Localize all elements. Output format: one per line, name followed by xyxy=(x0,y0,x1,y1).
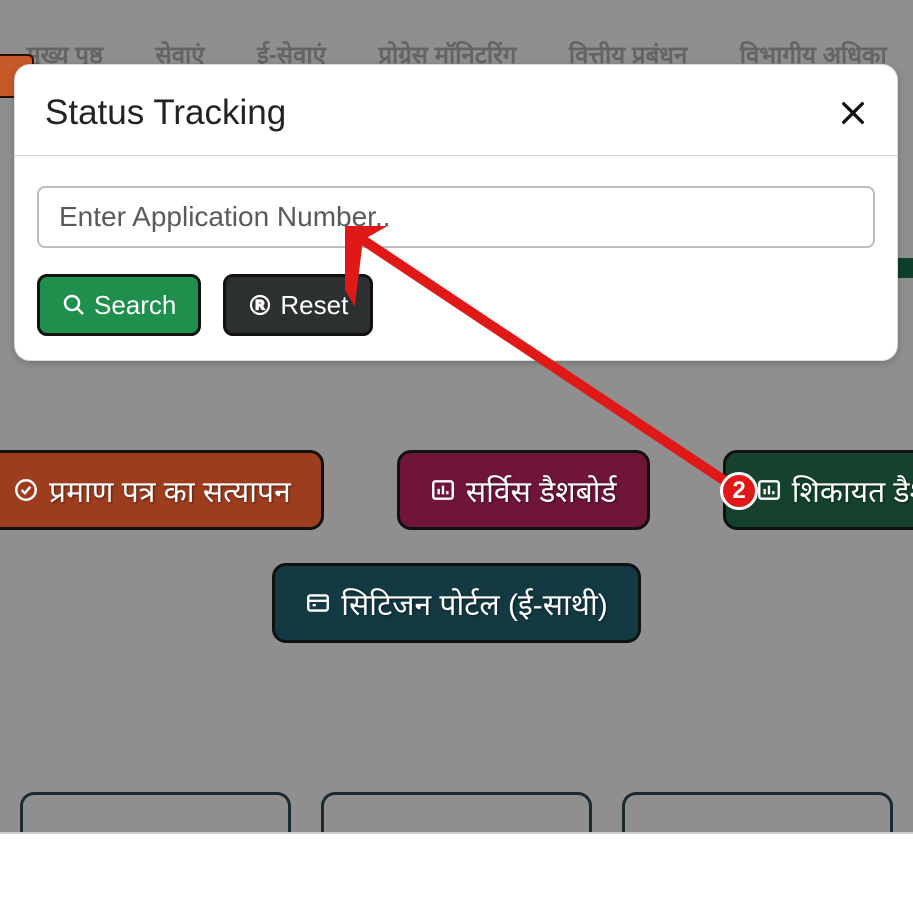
svg-text:R: R xyxy=(256,298,265,312)
modal-title: Status Tracking xyxy=(45,93,286,133)
search-button[interactable]: Search xyxy=(37,274,201,336)
service-dashboard-label: सर्विस डैशबोर्ड xyxy=(466,470,617,511)
portal-icon xyxy=(305,590,331,616)
placeholder-pill xyxy=(622,792,893,832)
page-footer-blank xyxy=(0,832,913,910)
application-number-input[interactable] xyxy=(37,186,875,248)
bar-chart-icon xyxy=(430,477,456,503)
service-dashboard-button[interactable]: सर्विस डैशबोर्ड xyxy=(397,450,650,530)
annotation-badge: 2 xyxy=(720,472,758,510)
reset-button-label: Reset xyxy=(280,290,348,321)
search-button-label: Search xyxy=(94,290,176,321)
verify-certificate-button[interactable]: प्रमाण पत्र का सत्यापन xyxy=(0,450,324,530)
status-tracking-modal: Status Tracking Search xyxy=(14,64,898,361)
modal-body: Search R Reset xyxy=(15,156,897,336)
placeholder-pill xyxy=(321,792,592,832)
reset-button[interactable]: R Reset xyxy=(223,274,373,336)
modal-header: Status Tracking xyxy=(15,65,897,156)
check-circle-icon xyxy=(13,477,39,503)
placeholder-pill xyxy=(20,792,291,832)
citizen-portal-button[interactable]: सिटिजन पोर्टल (ई-साथी) xyxy=(272,563,640,643)
action-pill-row: प्रमाण पत्र का सत्यापन सर्विस डैशबोर्ड श… xyxy=(0,450,913,530)
reset-icon: R xyxy=(248,293,272,317)
verify-certificate-label: प्रमाण पत्र का सत्यापन xyxy=(49,470,291,511)
search-icon xyxy=(62,293,86,317)
bottom-placeholder-row xyxy=(0,792,913,832)
action-pill-row-2: सिटिजन पोर्टल (ई-साथी) xyxy=(0,563,913,643)
bar-chart-icon xyxy=(756,477,782,503)
close-icon[interactable] xyxy=(839,99,867,127)
citizen-portal-label: सिटिजन पोर्टल (ई-साथी) xyxy=(341,583,607,624)
button-row: Search R Reset xyxy=(37,274,875,336)
complaint-dashboard-label: शिकायत डैश xyxy=(792,470,913,511)
